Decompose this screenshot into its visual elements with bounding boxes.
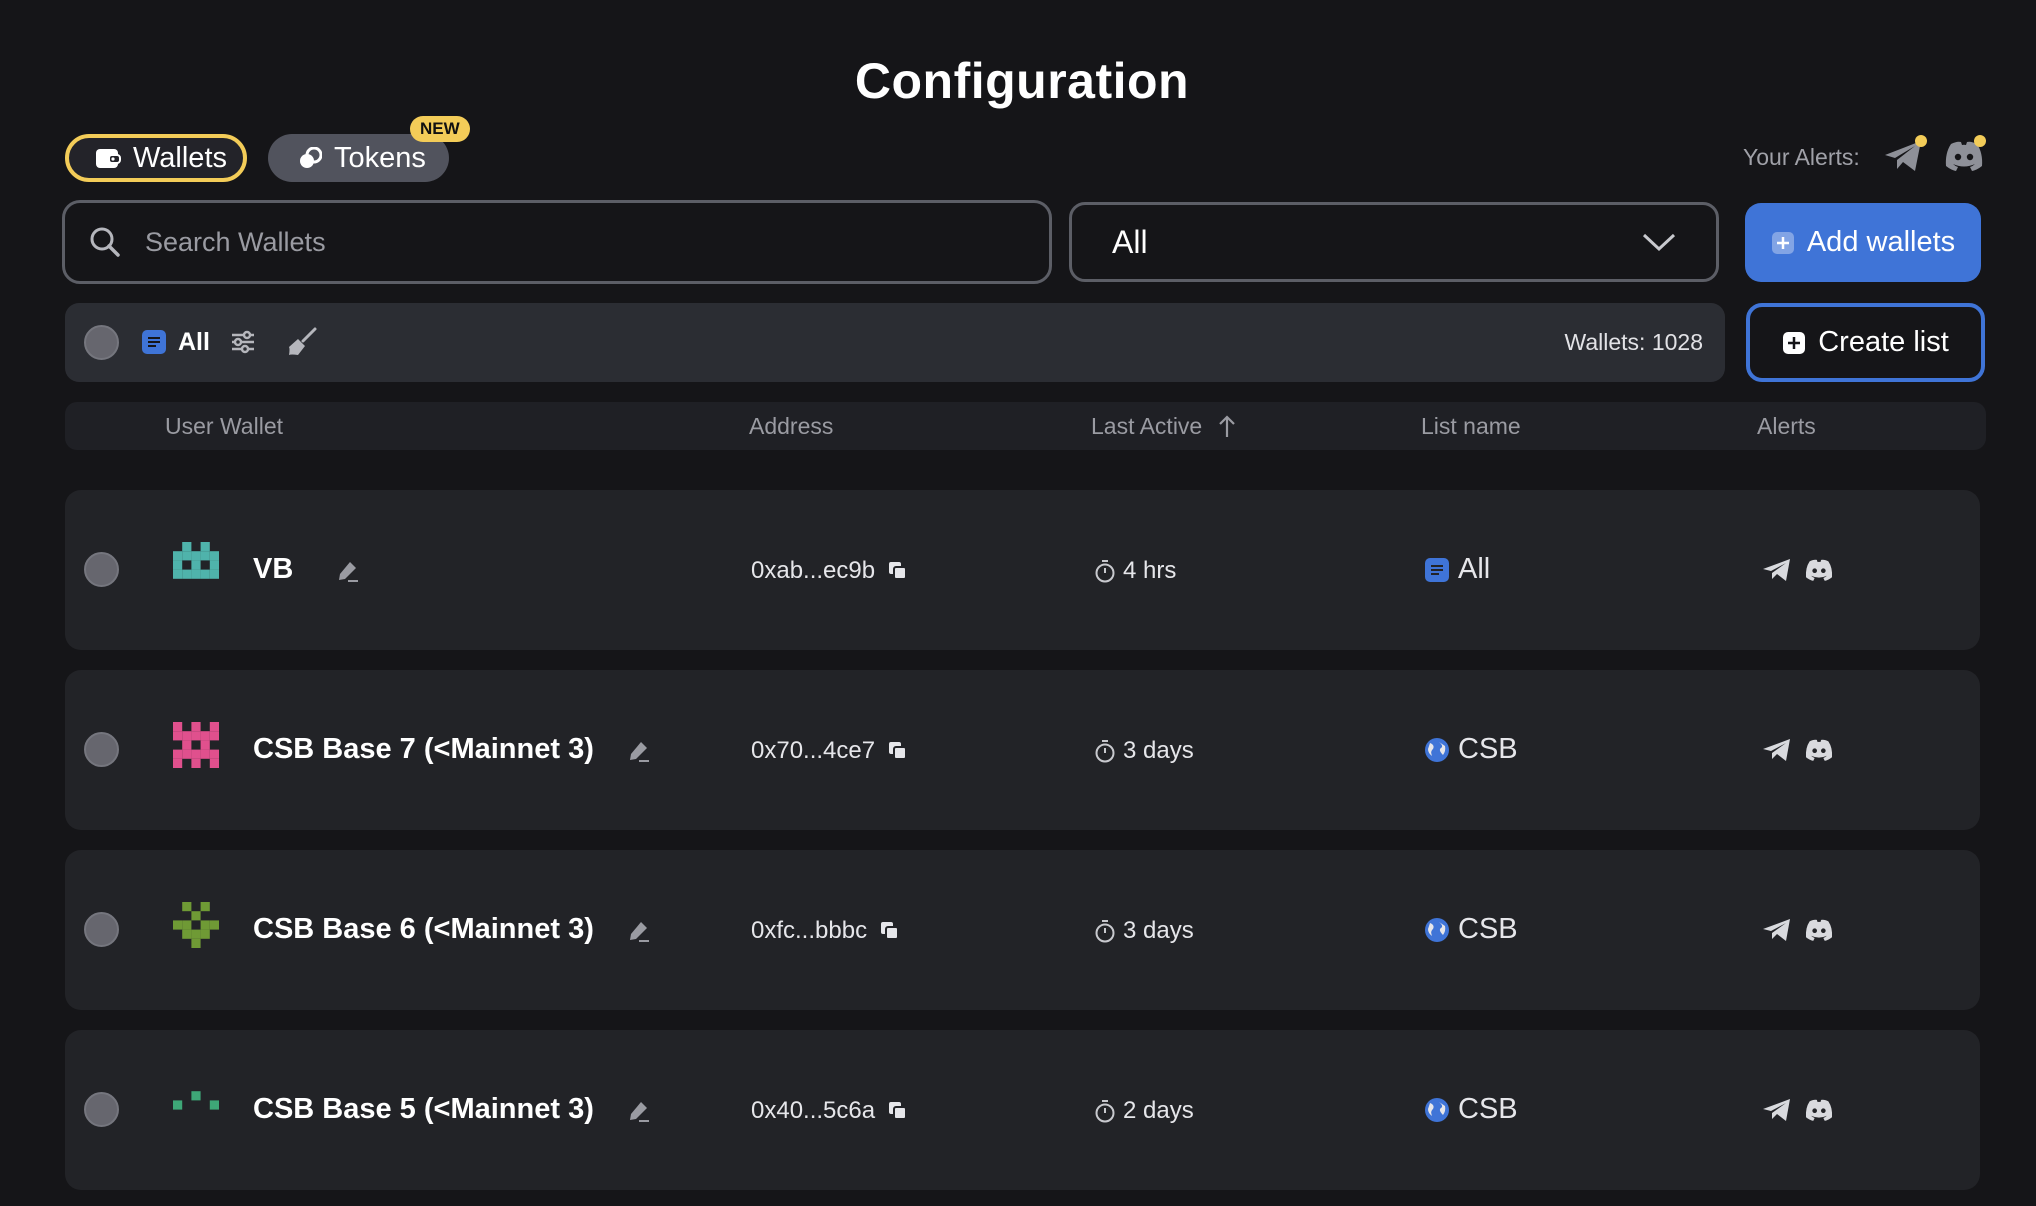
column-address: Address bbox=[749, 413, 834, 439]
discord-icon[interactable] bbox=[1803, 917, 1835, 943]
last-active-value: 3 days bbox=[1123, 917, 1194, 944]
last-active-value: 3 days bbox=[1123, 737, 1194, 764]
telegram-icon[interactable] bbox=[1762, 1097, 1792, 1123]
broom-icon[interactable] bbox=[286, 326, 318, 358]
list-filter-select[interactable]: All bbox=[1069, 202, 1719, 282]
timer-icon bbox=[1095, 1100, 1115, 1123]
column-user-wallet: User Wallet bbox=[165, 413, 283, 439]
list-name-value[interactable]: CSB bbox=[1458, 1093, 1518, 1126]
timer-icon bbox=[1095, 920, 1115, 943]
wallet-avatar bbox=[173, 542, 219, 579]
wallet-name: CSB Base 5 (<Mainnet 3) bbox=[253, 1093, 594, 1125]
search-box[interactable] bbox=[62, 200, 1052, 284]
telegram-icon[interactable] bbox=[1762, 917, 1792, 943]
tokens-icon bbox=[300, 147, 322, 168]
list-name-value[interactable]: CSB bbox=[1458, 913, 1518, 946]
new-badge: NEW bbox=[410, 116, 470, 142]
telegram-icon[interactable] bbox=[1762, 557, 1792, 583]
timer-icon bbox=[1095, 740, 1115, 763]
globe-icon bbox=[1425, 1098, 1449, 1122]
globe-icon bbox=[1425, 918, 1449, 942]
chevron-down-icon bbox=[1642, 233, 1676, 252]
last-active-value: 4 hrs bbox=[1123, 557, 1177, 584]
page-title: Configuration bbox=[854, 53, 1190, 109]
row-checkbox[interactable] bbox=[84, 1092, 119, 1127]
copy-icon[interactable] bbox=[888, 741, 908, 761]
plus-square-icon bbox=[1783, 331, 1806, 354]
wallet-avatar bbox=[173, 722, 219, 768]
wallet-count: Wallets: 1028 bbox=[1564, 329, 1704, 355]
add-wallets-button[interactable]: Add wallets bbox=[1745, 203, 1981, 282]
tab-wallets-label: Wallets bbox=[133, 141, 227, 174]
list-icon bbox=[1425, 558, 1449, 582]
column-last-active[interactable]: Last Active bbox=[1091, 413, 1202, 440]
row-checkbox[interactable] bbox=[84, 552, 119, 587]
edit-pencil-icon[interactable] bbox=[336, 559, 360, 583]
wallet-address: 0xfc...bbbc bbox=[751, 917, 868, 944]
wallet-name: CSB Base 6 (<Mainnet 3) bbox=[253, 913, 594, 945]
discord-icon[interactable] bbox=[1803, 1097, 1835, 1123]
table-header bbox=[65, 402, 1986, 450]
wallet-avatar bbox=[173, 1091, 219, 1110]
wallet-name: CSB Base 7 (<Mainnet 3) bbox=[253, 733, 594, 765]
wallet-icon bbox=[96, 149, 121, 168]
search-icon bbox=[90, 227, 120, 257]
wallet-address: 0xab...ec9b bbox=[751, 557, 876, 584]
list-filter-value: All bbox=[1112, 223, 1148, 260]
search-input[interactable] bbox=[143, 225, 947, 259]
last-active-value: 2 days bbox=[1123, 1097, 1194, 1124]
add-wallets-label: Add wallets bbox=[1806, 226, 1956, 258]
row-checkbox[interactable] bbox=[84, 732, 119, 767]
plus-square-icon bbox=[1771, 231, 1794, 254]
tab-tokens-label: Tokens bbox=[334, 141, 426, 174]
list-name-value[interactable]: All bbox=[1458, 553, 1490, 586]
list-icon bbox=[142, 330, 166, 354]
list-name-value[interactable]: CSB bbox=[1458, 733, 1518, 766]
globe-icon bbox=[1425, 738, 1449, 762]
discord-icon[interactable] bbox=[1803, 557, 1835, 583]
column-alerts: Alerts bbox=[1757, 413, 1816, 439]
timer-icon bbox=[1095, 560, 1115, 583]
edit-pencil-icon[interactable] bbox=[627, 919, 651, 943]
copy-icon[interactable] bbox=[880, 921, 900, 941]
tab-wallets[interactable]: Wallets bbox=[65, 134, 247, 182]
edit-pencil-icon[interactable] bbox=[627, 739, 651, 763]
create-list-button[interactable]: Create list bbox=[1746, 303, 1985, 382]
create-list-label: Create list bbox=[1818, 326, 1949, 358]
telegram-alert-dot bbox=[1915, 135, 1927, 147]
sort-arrow-up-icon[interactable] bbox=[1218, 414, 1236, 438]
wallet-name: VB bbox=[253, 553, 294, 585]
column-list-name: List name bbox=[1421, 413, 1521, 439]
select-all-checkbox[interactable] bbox=[84, 325, 119, 360]
telegram-icon[interactable] bbox=[1762, 737, 1792, 763]
edit-pencil-icon[interactable] bbox=[627, 1099, 651, 1123]
copy-icon[interactable] bbox=[888, 1101, 908, 1121]
discord-alert-dot bbox=[1974, 135, 1986, 147]
alerts-label: Your Alerts: bbox=[1743, 144, 1860, 170]
copy-icon[interactable] bbox=[888, 561, 908, 581]
row-checkbox[interactable] bbox=[84, 912, 119, 947]
discord-icon[interactable] bbox=[1803, 737, 1835, 763]
sliders-icon[interactable] bbox=[230, 329, 256, 355]
wallet-address: 0x40...5c6a bbox=[751, 1097, 876, 1124]
wallet-address: 0x70...4ce7 bbox=[751, 737, 876, 764]
wallet-avatar bbox=[173, 902, 219, 948]
toolbar-list-all[interactable]: All bbox=[178, 328, 210, 357]
